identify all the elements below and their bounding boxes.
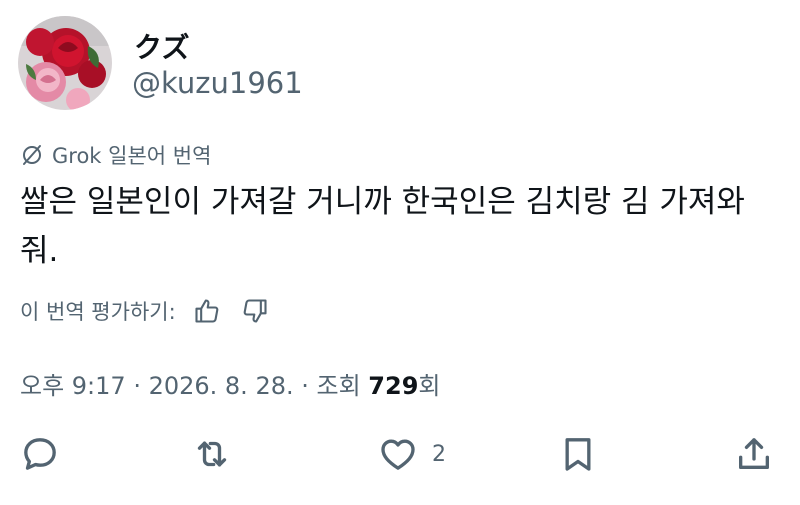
thumbs-up-button[interactable] (190, 294, 224, 328)
thumbs-down-button[interactable] (238, 294, 272, 328)
reply-button[interactable] (20, 426, 60, 482)
views-label: 조회 (316, 372, 369, 400)
bookmark-button[interactable] (558, 426, 598, 482)
rate-translation-prompt: 이 번역 평가하기: (20, 300, 176, 324)
views-count: 729 (368, 372, 419, 400)
heart-icon (381, 439, 415, 470)
views-suffix: 회 (418, 372, 441, 400)
retweet-icon (197, 441, 227, 467)
meta-separator: · (125, 372, 149, 400)
rate-translation-row: 이 번역 평가하기: (20, 294, 272, 328)
avatar[interactable] (18, 16, 112, 110)
grok-icon (23, 145, 41, 165)
user-handle[interactable]: @kuzu1961 (132, 66, 303, 100)
like-count: 2 (432, 441, 446, 467)
thumbs-down-icon (243, 299, 267, 323)
reply-icon (24, 438, 56, 470)
rose-avatar-icon (18, 16, 112, 110)
translation-text: Grok 일본어 번역 (52, 144, 212, 168)
tweet-text: 쌀은 일본인이 가져갈 거니까 한국인은 김치랑 김 가져와 줘. (20, 184, 745, 269)
tweet-date[interactable]: 2026. 8. 28. (149, 372, 294, 400)
retweet-button[interactable] (192, 426, 232, 482)
share-button[interactable] (734, 426, 774, 482)
tweet-meta: 오후 9:17 · 2026. 8. 28. · 조회 729 회 (20, 366, 441, 401)
translation-label: Grok 일본어 번역 (20, 140, 211, 170)
share-icon (739, 438, 769, 469)
tweet-time[interactable]: 오후 9:17 (20, 366, 126, 401)
like-button[interactable]: 2 (378, 426, 446, 482)
bookmark-icon (565, 438, 591, 471)
display-name[interactable]: クズ (134, 26, 189, 66)
meta-separator: · (293, 372, 317, 400)
thumbs-up-icon (195, 299, 219, 323)
action-bar: 2 (0, 426, 800, 482)
